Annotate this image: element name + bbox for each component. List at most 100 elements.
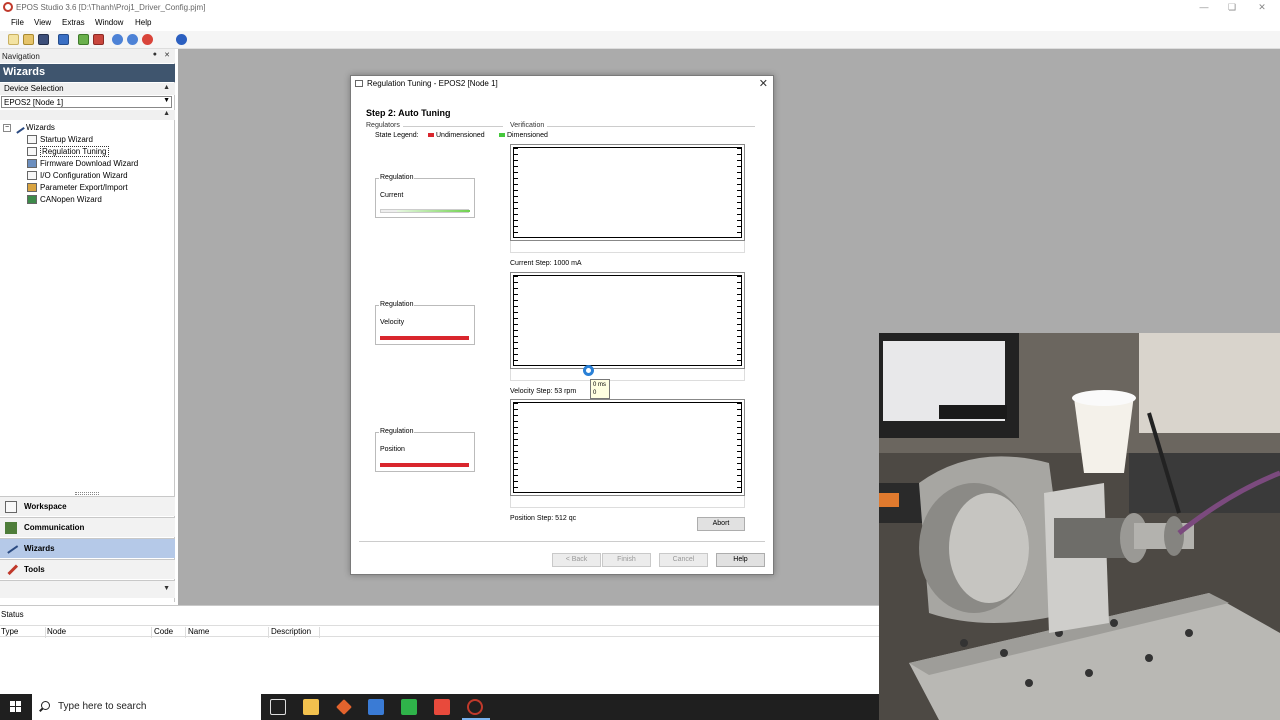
plot-frame bbox=[513, 147, 742, 238]
dialog-title-bar: Regulation Tuning - EPOS2 [Node 1] bbox=[351, 76, 773, 92]
plot-left-ticks bbox=[514, 148, 518, 237]
device-select[interactable]: EPOS2 [Node 1] ▼ bbox=[1, 96, 172, 108]
back-button[interactable]: < Back bbox=[552, 553, 601, 567]
nav-workspace[interactable]: Workspace bbox=[0, 496, 175, 516]
tree-item-label: Startup Wizard bbox=[40, 135, 93, 144]
plot-frame bbox=[513, 402, 742, 493]
tree-item-label: I/O Configuration Wizard bbox=[40, 171, 128, 180]
connect-icon[interactable] bbox=[78, 34, 89, 45]
column-type[interactable]: Type bbox=[0, 627, 46, 638]
regulation-current-progress bbox=[380, 209, 470, 213]
cancel-button[interactable]: Cancel bbox=[659, 553, 708, 567]
step-title: Step 2: Auto Tuning bbox=[366, 108, 451, 118]
open-folder-icon[interactable] bbox=[23, 34, 34, 45]
wand-icon bbox=[3, 540, 19, 554]
tree-item-firmware-download[interactable]: Firmware Download Wizard bbox=[27, 159, 138, 171]
menu-window[interactable]: Window bbox=[95, 18, 123, 27]
legend-undimensioned-label: Undimensioned bbox=[436, 132, 485, 139]
menu-file[interactable]: File bbox=[11, 18, 24, 27]
column-code[interactable]: Code bbox=[153, 627, 186, 638]
epos-taskbar-icon[interactable] bbox=[467, 699, 483, 715]
tools-icon bbox=[3, 560, 19, 576]
column-name[interactable]: Name bbox=[187, 627, 269, 638]
taskbar-search[interactable]: Type here to search bbox=[32, 694, 261, 720]
regulation-current-label: Current bbox=[380, 192, 404, 199]
position-verification-plot bbox=[510, 399, 745, 496]
collapse-tree-icon[interactable]: ▲ bbox=[163, 110, 170, 117]
scan-icon[interactable] bbox=[112, 34, 123, 45]
regulation-velocity-box: Regulation Velocity bbox=[375, 301, 475, 345]
save-icon[interactable] bbox=[38, 34, 49, 45]
nav-tools[interactable]: Tools bbox=[0, 559, 175, 579]
minimize-icon[interactable]: — bbox=[1198, 1, 1210, 13]
collapse-node-icon[interactable]: − bbox=[3, 123, 11, 132]
menu-view[interactable]: View bbox=[34, 18, 51, 27]
nav-tools-label: Tools bbox=[24, 565, 45, 574]
status-panel: Status Type Node Code Name Description bbox=[0, 605, 880, 694]
regulation-group-label: Regulation bbox=[379, 174, 415, 181]
chevron-down-icon[interactable]: ▼ bbox=[163, 585, 170, 592]
communication-icon bbox=[5, 522, 17, 534]
desktop-app-icon[interactable] bbox=[368, 699, 384, 715]
legend-dimensioned-label: Dimensioned bbox=[507, 132, 548, 139]
new-project-icon[interactable] bbox=[8, 34, 19, 45]
stop-icon[interactable] bbox=[142, 34, 153, 45]
help-button[interactable]: Help bbox=[716, 553, 765, 567]
nav-wizards[interactable]: Wizards bbox=[0, 538, 175, 558]
column-node[interactable]: Node bbox=[46, 627, 152, 638]
current-step-label: Current Step: 1000 mA bbox=[510, 260, 582, 267]
navigation-header: Navigation ● ✕ bbox=[0, 49, 175, 63]
disconnect-icon[interactable] bbox=[93, 34, 104, 45]
dialog-icon bbox=[355, 80, 363, 87]
green-app-icon[interactable] bbox=[401, 699, 417, 715]
splitter-grip[interactable] bbox=[75, 492, 99, 495]
windows-start-icon[interactable] bbox=[10, 701, 22, 713]
tree-item-parameter-export[interactable]: Parameter Export/Import bbox=[27, 183, 128, 195]
red-app-icon[interactable] bbox=[434, 699, 450, 715]
menu-help[interactable]: Help bbox=[135, 18, 151, 27]
motor-test-rig-image bbox=[879, 333, 1280, 720]
close-window-icon[interactable]: ✕ bbox=[1256, 1, 1268, 13]
refresh-icon[interactable] bbox=[127, 34, 138, 45]
tree-item-canopen-wizard[interactable]: CANopen Wizard bbox=[27, 195, 102, 207]
help-icon[interactable] bbox=[176, 34, 187, 45]
navigation-panel: Navigation ● ✕ Wizards Device Selection … bbox=[0, 49, 175, 602]
nav-communication-label: Communication bbox=[24, 523, 85, 532]
menu-extras[interactable]: Extras bbox=[62, 18, 85, 27]
velocity-verification-plot bbox=[510, 272, 745, 369]
tree-root-label: Wizards bbox=[26, 123, 55, 132]
toolbar bbox=[0, 31, 1280, 49]
matlab-icon[interactable] bbox=[336, 699, 352, 715]
file-explorer-icon[interactable] bbox=[303, 699, 319, 715]
taskbar-search-placeholder: Type here to search bbox=[58, 701, 147, 712]
wand-icon bbox=[12, 121, 25, 135]
finish-button[interactable]: Finish bbox=[602, 553, 651, 567]
tree-root-wizards[interactable]: − Wizards bbox=[3, 121, 55, 135]
collapse-up-icon[interactable]: ▲ bbox=[163, 84, 170, 91]
tree-item-io-configuration[interactable]: I/O Configuration Wizard bbox=[27, 171, 128, 183]
nav-communication[interactable]: Communication bbox=[0, 517, 175, 537]
abort-button[interactable]: Abort bbox=[697, 517, 745, 531]
title-bar: EPOS Studio 3.6 [D:\Thanh\Proj1_Driver_C… bbox=[0, 0, 1280, 15]
verification-group-label: Verification bbox=[510, 122, 545, 129]
tree-item-regulation-tuning[interactable]: Regulation Tuning bbox=[27, 146, 109, 159]
plot-right-ticks bbox=[737, 403, 741, 492]
pin-icon[interactable]: ● bbox=[153, 51, 157, 58]
column-description[interactable]: Description bbox=[270, 627, 320, 638]
menu-bar: File View Extras Window Help bbox=[0, 15, 1280, 31]
close-icon[interactable]: ✕ bbox=[759, 77, 768, 90]
workspace-icon bbox=[5, 501, 17, 513]
book-icon[interactable] bbox=[58, 34, 69, 45]
dialog-title: Regulation Tuning - EPOS2 [Node 1] bbox=[367, 79, 498, 88]
chevron-down-icon[interactable]: ▼ bbox=[163, 97, 170, 104]
regulation-position-box: Regulation Position bbox=[375, 428, 475, 472]
nav-footer: ▼ bbox=[0, 580, 175, 598]
regulators-group-label: Regulators bbox=[366, 122, 400, 129]
device-selection-label: Device Selection bbox=[4, 84, 64, 93]
verification-group-line bbox=[547, 126, 755, 127]
device-select-value: EPOS2 [Node 1] bbox=[4, 98, 64, 107]
canopen-icon bbox=[27, 195, 37, 205]
task-view-icon[interactable] bbox=[270, 699, 286, 715]
close-panel-icon[interactable]: ✕ bbox=[164, 51, 170, 59]
restore-icon[interactable]: ❏ bbox=[1226, 1, 1238, 13]
